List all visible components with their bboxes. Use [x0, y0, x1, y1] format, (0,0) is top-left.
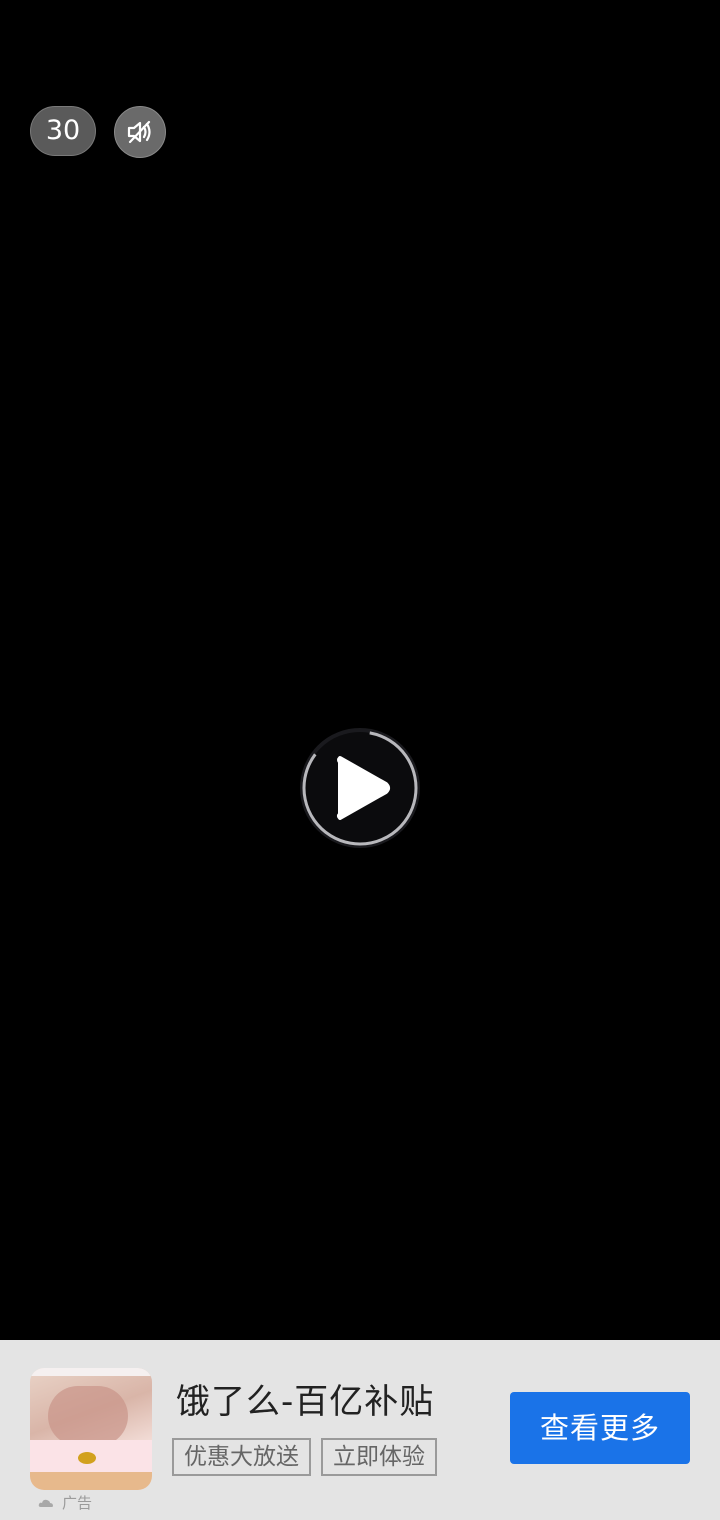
ad-label-row: 广告	[38, 1492, 92, 1513]
view-more-button[interactable]: 查看更多	[510, 1392, 690, 1464]
ad-tags: 优惠大放送 立即体验	[172, 1438, 437, 1476]
thumb-strip	[30, 1368, 152, 1376]
play-button[interactable]	[300, 728, 420, 848]
cloud-icon	[38, 1499, 53, 1507]
ad-tag: 优惠大放送	[172, 1438, 311, 1476]
mute-button[interactable]	[114, 106, 166, 158]
ad-label: 广告	[62, 1494, 93, 1512]
video-player[interactable]: 30	[0, 0, 720, 1340]
ad-tag: 立即体验	[321, 1438, 437, 1476]
ad-banner[interactable]: 广告 饿了么-百亿补贴 优惠大放送 立即体验 查看更多	[0, 1340, 720, 1520]
thumb-shape	[48, 1386, 128, 1446]
ad-video-screen: 30 广告 饿了么-百亿补贴 优惠大放送 立即体验 查看更多	[0, 0, 720, 1520]
thumb-crumb	[30, 1472, 152, 1490]
ad-thumbnail[interactable]	[30, 1368, 152, 1490]
speaker-muted-icon	[127, 120, 151, 144]
thumb-yolk	[78, 1452, 96, 1464]
countdown-value: 30	[45, 115, 81, 146]
play-icon	[300, 728, 420, 848]
countdown-badge: 30	[30, 106, 96, 156]
ad-title: 饿了么-百亿补贴	[176, 1382, 435, 1422]
